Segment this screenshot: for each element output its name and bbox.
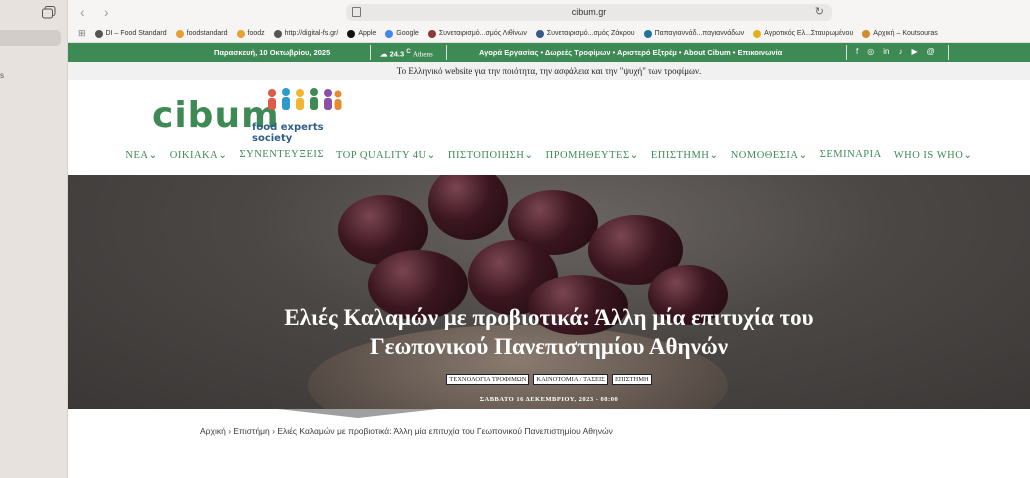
browser-toolbar: ‹ › cibum.gr ↻ <box>68 0 1030 25</box>
category-tag[interactable]: ΚΑΙΝΟΤΟΜΙΑ / ΤΑΣΕΙΣ <box>533 374 608 385</box>
bookmark-item[interactable]: Αγροτικός Ελ...Σταυρωμένου <box>753 29 854 38</box>
nav-item[interactable]: ΝΟΜΟΘΕΣΙΑ⌄ <box>731 149 808 163</box>
agro-icon <box>753 29 762 38</box>
bookmark-item[interactable]: Google <box>385 29 419 38</box>
site-top-bar: Παρασκευή, 10 Οκτωβρίου, 2025 ☁ 24.3 C A… <box>68 43 1030 62</box>
bookmarks-bar: ⊞ DI – Food Standard foodstandard foodz htt… <box>68 25 1030 43</box>
youtube-icon[interactable]: ▶ <box>911 47 917 56</box>
sidebar-selected-item[interactable] <box>0 30 61 46</box>
bookmark-item[interactable]: DI – Food Standard <box>94 29 167 38</box>
facebook-icon[interactable]: f <box>856 47 858 56</box>
nav-item[interactable]: ΟΙΚΙΑΚΑ⌄ <box>170 149 228 163</box>
social-icons: f ◎ in ♪ ▶ @ <box>856 47 935 56</box>
foodz-icon <box>236 29 245 38</box>
nav-item[interactable]: ΣΥΝΕΝΤΕΥΞΕΙΣ <box>240 149 324 163</box>
browser-sidebar: s <box>0 0 68 478</box>
category-tag[interactable]: ΕΠΙΣΤΗΜΗ <box>611 374 652 385</box>
address-bar[interactable]: cibum.gr ↻ <box>346 4 832 21</box>
bookmark-item[interactable]: Παπαγιαννάδ...παγιαννάδων <box>643 29 745 38</box>
divider <box>370 45 371 60</box>
article-title-line: Ελιές Καλαμών με προβιοτικά: Άλλη μία επ… <box>284 305 814 330</box>
nav-item[interactable]: ΝΕΑ⌄ <box>125 149 157 163</box>
nav-item[interactable]: ΕΠΙΣΤΗΜΗ⌄ <box>651 149 719 163</box>
bookmark-label: Αρχική – Koutsouras <box>873 30 938 37</box>
coop-icon <box>427 29 436 38</box>
nav-item[interactable]: ΠΙΣΤΟΠΟΙΗΣΗ⌄ <box>448 149 534 163</box>
bookmark-item[interactable]: Συνεταιρισμό...σμός Λιθίνων <box>427 29 527 38</box>
back-button[interactable]: ‹ <box>80 4 85 20</box>
current-date: Παρασκευή, 10 Οκτωβρίου, 2025 <box>214 48 331 57</box>
globe-icon <box>273 29 282 38</box>
linkedin-icon[interactable]: in <box>883 47 889 56</box>
forward-button[interactable]: › <box>104 4 109 20</box>
nav-item[interactable]: ΣΕΜΙΝΑΡΙΑ <box>820 149 882 163</box>
tiktok-icon[interactable]: ♪ <box>898 47 902 56</box>
nav-item[interactable]: WHO IS WHO⌄ <box>894 149 973 163</box>
koutsouras-icon <box>862 29 871 38</box>
weather-unit: C <box>406 48 411 55</box>
divider <box>846 45 847 60</box>
grid-icon[interactable]: ⊞ <box>78 28 86 39</box>
bookmark-label: DI – Food Standard <box>105 30 167 37</box>
bookmark-item[interactable]: foodz <box>236 29 265 38</box>
bookmark-label: foodstandard <box>186 30 228 37</box>
coop-icon <box>535 29 544 38</box>
article-title: Ελιές Καλαμών με προβιοτικά: Άλλη μία επ… <box>68 303 1030 361</box>
bookmark-item[interactable]: Apple <box>347 29 377 38</box>
url-text: cibum.gr <box>571 7 607 17</box>
reload-icon[interactable]: ↻ <box>815 5 824 18</box>
weather-city: Athens <box>412 50 433 59</box>
divider <box>446 45 447 60</box>
threads-icon[interactable]: @ <box>927 47 935 56</box>
bookmark-label: Αγροτικός Ελ...Σταυρωμένου <box>764 30 854 37</box>
bookmark-label: foodz <box>247 30 265 37</box>
nav-item[interactable]: ΠΡΟΜΗΘΕΥΤΕΣ⌄ <box>546 149 639 163</box>
main-navigation: ΝΕΑ⌄ ΟΙΚΙΑΚΑ⌄ ΣΥΝΕΝΤΕΥΞΕΙΣ TOP QUALITY 4U⌄ Π… <box>68 149 1030 163</box>
bookmark-label: Συνεταιρισμό...σμός Ζάκρου <box>546 30 635 37</box>
weather-temp: 24.3 <box>389 49 405 59</box>
bookmark-item[interactable]: Συνεταιρισμό...σμός Ζάκρου <box>535 29 635 38</box>
bookmark-item[interactable]: Αρχική – Koutsouras <box>862 29 938 38</box>
bookmark-label: Παπαγιαννάδ...παγιαννάδων <box>654 30 745 37</box>
article-categories: ΤΕΧΝΟΛΟΓΙΑ ΤΡΟΦΙΜΩΝ ΚΑΙΝΟΤΟΜΙΑ / ΤΑΣΕΙΣ ΕΠ… <box>68 374 1030 385</box>
foodstandard-icon <box>175 29 184 38</box>
bookmark-label: http://digital-fs.gr/ <box>284 30 339 37</box>
article-hero: Ελιές Καλαμών με προβιοτικά: Άλλη μία επ… <box>68 175 1030 409</box>
site-tagline: Το Ελληνικό website για την ποιότητα, τη… <box>68 62 1030 80</box>
nav-item[interactable]: TOP QUALITY 4U⌄ <box>336 149 436 163</box>
hero-notch <box>278 409 438 418</box>
sidebar-text-fragment: s <box>0 71 4 80</box>
category-tag[interactable]: ΤΕΧΝΟΛΟΓΙΑ ΤΡΟΦΙΜΩΝ <box>446 374 530 385</box>
bookmark-label: Apple <box>358 30 377 37</box>
divider <box>948 45 949 60</box>
bookmark-label: Συνεταιρισμό...σμός Λιθίνων <box>438 30 527 37</box>
article-date: ΣΑΒΒΑΤΟ 16 ΔΕΚΕΜΒΡΙΟΥ, 2023 - 08:00 <box>479 396 619 403</box>
bookmark-item[interactable]: http://digital-fs.gr/ <box>273 29 339 38</box>
logo-subtitle: food experts society <box>252 122 324 144</box>
site-logo[interactable]: cibum food experts society <box>152 88 352 144</box>
cloud-icon: ☁ <box>380 49 388 59</box>
weather-widget: ☁ 24.3 C Athens <box>380 48 433 59</box>
wordpress-icon <box>643 29 652 38</box>
logo-people-icon <box>268 88 342 110</box>
apple-icon <box>347 29 356 38</box>
breadcrumb[interactable]: Αρχική › Επιστήμη › Ελιές Καλαμών με προ… <box>200 426 613 436</box>
tab-overview-icon[interactable] <box>42 6 56 19</box>
instagram-icon[interactable]: ◎ <box>867 47 874 56</box>
google-icon <box>385 29 394 38</box>
top-links[interactable]: Αγορά Εργασίας • Δωρεές Τροφίμων • Αριστ… <box>479 48 782 57</box>
globe-icon <box>94 29 103 38</box>
bookmark-label: Google <box>396 30 419 37</box>
article-title-line: Γεωπονικού Πανεπιστημίου Αθηνών <box>370 334 728 359</box>
bookmark-item[interactable]: foodstandard <box>175 29 228 38</box>
